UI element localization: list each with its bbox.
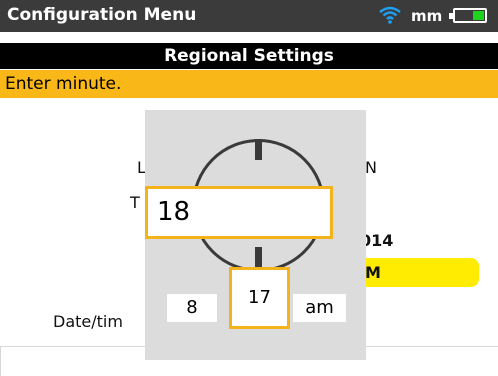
minute-field[interactable]: 17: [229, 267, 290, 329]
minute-entry-field[interactable]: 18: [145, 186, 333, 239]
title-bar: Configuration Menu mm: [0, 0, 498, 32]
setting-row-value-1: N: [365, 158, 377, 177]
units-indicator: mm: [411, 7, 443, 25]
dial-tick-bottom: [255, 247, 262, 267]
row-divider-left: [0, 347, 1, 376]
screen-subtitle: Regional Settings: [0, 43, 498, 69]
battery-level: [473, 11, 484, 20]
prompt-bar: Enter minute.: [0, 70, 498, 98]
wifi-icon: [379, 6, 401, 24]
selected-row-highlight[interactable]: M: [356, 258, 479, 287]
battery-icon: [449, 8, 487, 23]
setting-row-label-2: T: [130, 193, 140, 212]
dial-tick-top: [255, 139, 262, 160]
app-title: Configuration Menu: [7, 5, 197, 25]
selected-row-value: M: [365, 263, 381, 282]
hour-field[interactable]: 8: [167, 294, 217, 322]
time-entry-dialog: 123 18 8 : 17 am: [145, 110, 366, 360]
am-pm-field[interactable]: am: [293, 294, 346, 322]
date-time-label: Date/tim: [53, 312, 123, 331]
